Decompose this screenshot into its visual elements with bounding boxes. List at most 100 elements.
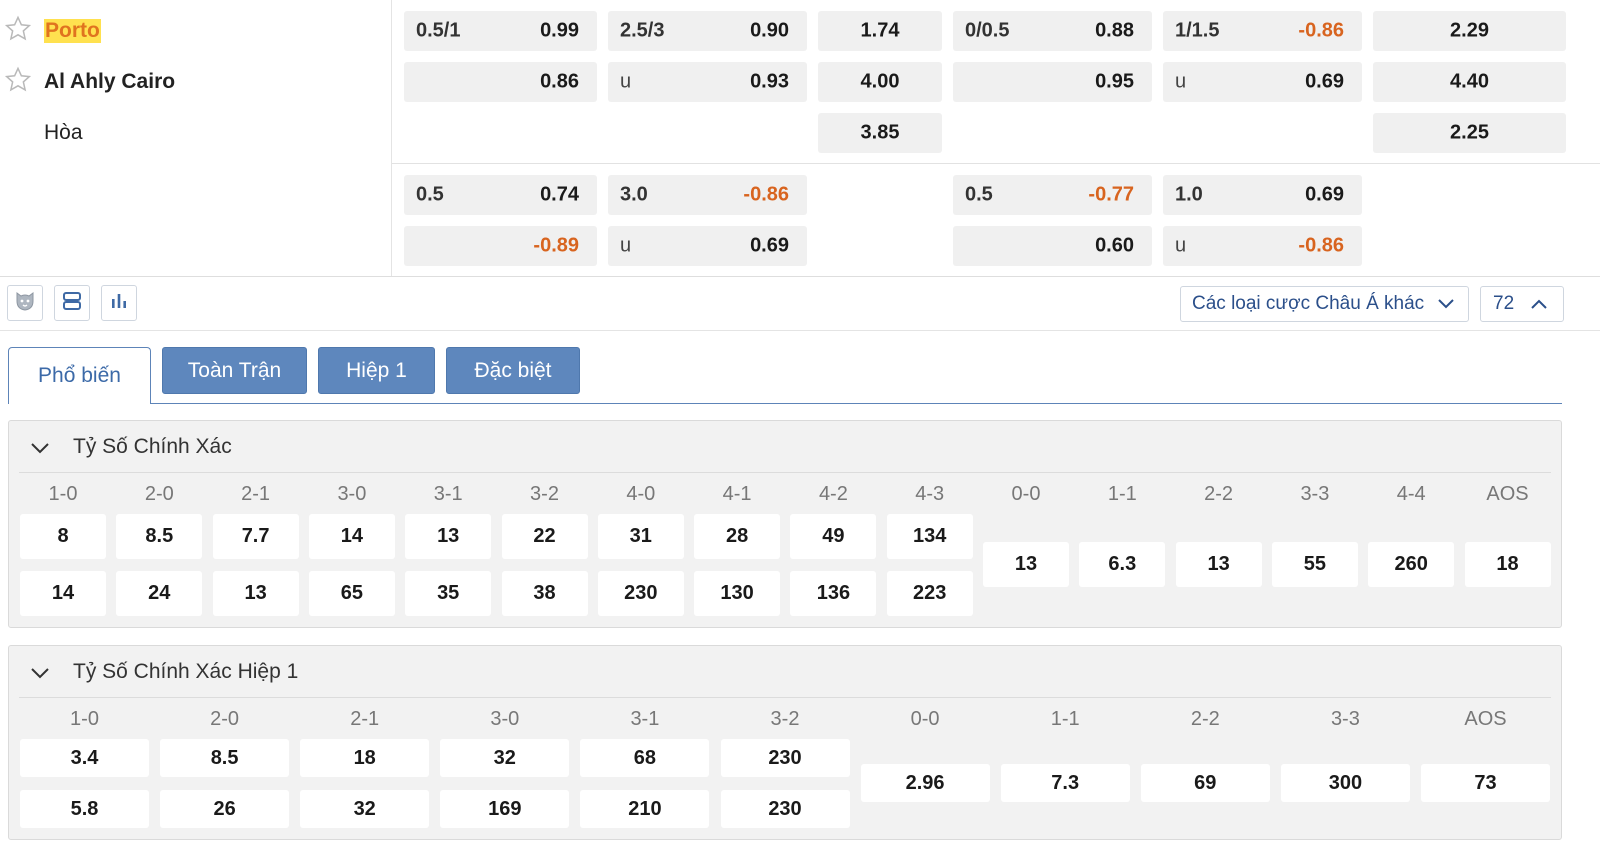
- home-win-score-odds[interactable]: 3.4: [20, 739, 149, 777]
- away-win-score-odds[interactable]: 130: [694, 571, 781, 616]
- handicap-home-odds[interactable]: 0.5/1 0.99: [404, 11, 597, 51]
- odds-value: 0.69: [1305, 70, 1344, 93]
- 1x2-draw-odds[interactable]: 3.85: [818, 113, 942, 153]
- alt-handicap-home-odds[interactable]: 0.5 0.74: [404, 175, 597, 215]
- over-under-under-odds[interactable]: u 0.93: [608, 62, 807, 102]
- score-header: 2-2: [1190, 708, 1220, 730]
- first-half-handicap-home-odds[interactable]: 0/0.5 0.88: [953, 11, 1152, 51]
- tab-special[interactable]: Đặc biệt: [446, 347, 580, 394]
- tab-full-match[interactable]: Toàn Trận: [162, 347, 307, 394]
- draw-score-odds[interactable]: 7.3: [1000, 764, 1130, 802]
- tab-first-half[interactable]: Hiệp 1: [318, 347, 435, 394]
- draw-score-odds[interactable]: 13: [983, 542, 1069, 587]
- toolbar-divider: [0, 330, 1600, 331]
- score-header: 3-0: [337, 483, 367, 505]
- home-win-score-odds[interactable]: 7.7: [212, 514, 299, 559]
- home-win-score-odds[interactable]: 68: [580, 739, 710, 777]
- home-win-score-odds[interactable]: 18: [300, 739, 430, 777]
- collapse-chevron-icon[interactable]: [29, 441, 51, 460]
- draw-score-odds[interactable]: 69: [1140, 764, 1270, 802]
- away-win-score-odds[interactable]: 13: [212, 571, 299, 616]
- home-win-score-odds[interactable]: 28: [694, 514, 781, 559]
- asian-bet-types-dropdown[interactable]: Các loại cược Châu Á khác: [1180, 286, 1469, 322]
- home-win-score-odds[interactable]: 13: [405, 514, 492, 559]
- score-header: 4-2: [818, 483, 848, 505]
- away-win-score-odds[interactable]: 35: [405, 571, 492, 616]
- market-count-toggle[interactable]: 72: [1480, 286, 1564, 322]
- first-half-1x2-draw-odds[interactable]: 2.25: [1373, 113, 1566, 153]
- away-win-score-odds[interactable]: 65: [308, 571, 395, 616]
- home-win-score-odds[interactable]: 31: [597, 514, 684, 559]
- correct-score-panel: Tỷ Số Chính Xác 1-0 2-0 2-1 3-0 3-1 3-2 4-0 4-1…: [8, 420, 1562, 628]
- home-win-score-odds[interactable]: 22: [501, 514, 588, 559]
- draw-score-odds[interactable]: 260: [1368, 542, 1455, 587]
- favorite-star-icon[interactable]: [4, 66, 32, 99]
- stats-button[interactable]: [101, 285, 137, 321]
- home-win-score-odds[interactable]: 8.5: [116, 514, 203, 559]
- alt-first-half-handicap-home-odds[interactable]: 0.5 -0.77: [953, 175, 1152, 215]
- away-win-score-odds[interactable]: 38: [501, 571, 588, 616]
- alt-over-under-over-odds[interactable]: 3.0 -0.86: [608, 175, 807, 215]
- handicap-line: 0.5/1: [416, 19, 461, 42]
- score-header: 4-4: [1396, 483, 1426, 505]
- first-half-1x2-home-odds[interactable]: 2.29: [1373, 11, 1566, 51]
- 1x2-away-odds[interactable]: 4.00: [818, 62, 942, 102]
- panel-header[interactable]: Tỷ Số Chính Xác: [19, 421, 1551, 473]
- away-team-name[interactable]: Al Ahly Cairo: [44, 70, 175, 94]
- total-line: 2.5/3: [620, 19, 665, 42]
- away-win-score-odds[interactable]: 26: [160, 790, 290, 828]
- first-half-handicap-away-odds[interactable]: 0.95: [953, 62, 1152, 102]
- score-header: AOS: [1464, 708, 1507, 730]
- first-half-over-under-over-odds[interactable]: 1/1.5 -0.86: [1163, 11, 1362, 51]
- away-win-score-odds[interactable]: 210: [580, 790, 710, 828]
- draw-score-odds[interactable]: 73: [1421, 764, 1550, 802]
- alt-first-half-over-under-under-odds[interactable]: u -0.86: [1163, 226, 1362, 266]
- home-win-score-odds[interactable]: 49: [790, 514, 877, 559]
- alt-first-half-over-under-over-odds[interactable]: 1.0 0.69: [1163, 175, 1362, 215]
- draw-label: Hòa: [44, 121, 83, 144]
- 1x2-home-odds[interactable]: 1.74: [818, 11, 942, 51]
- under-label: u: [620, 234, 632, 257]
- away-win-score-odds[interactable]: 32: [300, 790, 430, 828]
- rows-icon: [61, 290, 83, 317]
- favorite-star-icon[interactable]: [4, 15, 32, 48]
- handicap-away-odds[interactable]: 0.86: [404, 62, 597, 102]
- away-win-score-odds[interactable]: 24: [116, 571, 203, 616]
- draw-score-odds[interactable]: 2.96: [860, 764, 990, 802]
- alt-over-under-under-odds[interactable]: u 0.69: [608, 226, 807, 266]
- panel-header[interactable]: Tỷ Số Chính Xác Hiệp 1: [19, 646, 1551, 698]
- away-win-score-odds[interactable]: 14: [20, 571, 106, 616]
- list-view-button[interactable]: [54, 285, 90, 321]
- first-half-over-under-under-odds[interactable]: u 0.69: [1163, 62, 1362, 102]
- home-win-score-odds[interactable]: 8.5: [160, 739, 290, 777]
- away-win-score-odds[interactable]: 223: [886, 571, 973, 616]
- home-win-score-odds[interactable]: 8: [20, 514, 106, 559]
- alt-handicap-away-odds[interactable]: -0.89: [404, 226, 597, 266]
- collapse-chevron-icon[interactable]: [29, 666, 51, 685]
- tab-popular[interactable]: Phổ biến: [8, 347, 151, 404]
- draw-score-odds[interactable]: 6.3: [1079, 542, 1166, 587]
- draw-score-odds[interactable]: 13: [1175, 542, 1262, 587]
- away-win-score-odds[interactable]: 230: [597, 571, 684, 616]
- market-count: 72: [1493, 293, 1515, 314]
- first-half-1x2-away-odds[interactable]: 4.40: [1373, 62, 1566, 102]
- score-header: 3-1: [630, 708, 660, 730]
- draw-score-odds[interactable]: 55: [1271, 542, 1358, 587]
- handicap-line: 0/0.5: [965, 19, 1010, 42]
- mascot-button[interactable]: [7, 285, 43, 321]
- home-win-score-odds[interactable]: 32: [440, 739, 570, 777]
- draw-score-odds[interactable]: 300: [1280, 764, 1410, 802]
- home-team-name[interactable]: Porto: [44, 19, 101, 43]
- home-win-score-odds[interactable]: 230: [720, 739, 850, 777]
- home-win-score-odds[interactable]: 14: [308, 514, 395, 559]
- odds-value: 2.25: [1450, 121, 1489, 144]
- away-win-score-odds[interactable]: 5.8: [20, 790, 149, 828]
- draw-score-odds[interactable]: 18: [1464, 542, 1551, 587]
- away-win-score-odds[interactable]: 230: [720, 790, 850, 828]
- over-under-over-odds[interactable]: 2.5/3 0.90: [608, 11, 807, 51]
- chevron-down-icon: [1436, 296, 1456, 318]
- home-win-score-odds[interactable]: 134: [886, 514, 973, 559]
- alt-first-half-handicap-away-odds[interactable]: 0.60: [953, 226, 1152, 266]
- away-win-score-odds[interactable]: 136: [790, 571, 877, 616]
- away-win-score-odds[interactable]: 169: [440, 790, 570, 828]
